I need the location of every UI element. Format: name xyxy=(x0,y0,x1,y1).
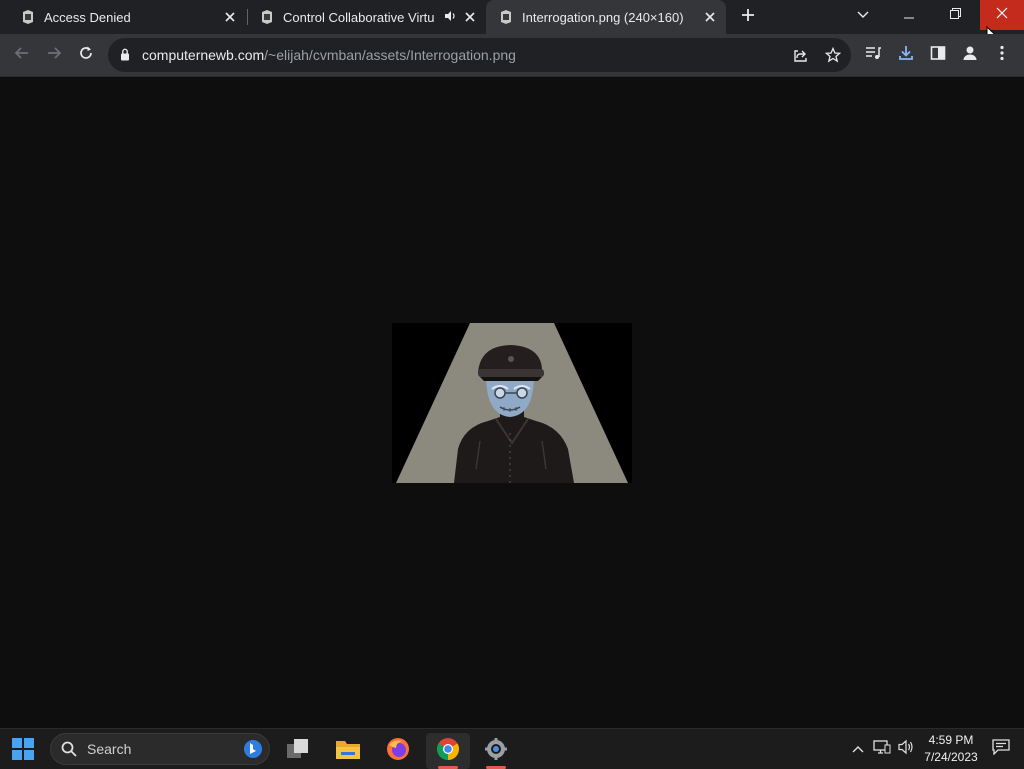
side-panel-button[interactable] xyxy=(929,45,947,66)
address-bar[interactable]: computernewb.com/~elijah/cvmban/assets/I… xyxy=(108,38,851,72)
bing-icon[interactable] xyxy=(243,739,263,764)
reload-icon xyxy=(78,45,94,66)
chrome-icon xyxy=(436,737,460,766)
share-icon[interactable] xyxy=(792,46,810,64)
task-view-button[interactable] xyxy=(278,733,318,769)
firefox-button[interactable] xyxy=(378,733,418,769)
speaker-icon[interactable] xyxy=(444,10,456,25)
url-path: /~elijah/cvmban/assets/Interrogation.png xyxy=(264,47,516,63)
favicon-icon xyxy=(259,9,275,25)
lock-icon[interactable] xyxy=(120,48,130,66)
settings-icon xyxy=(484,737,508,766)
tab-search-button[interactable] xyxy=(848,0,878,30)
chrome-menu-button[interactable] xyxy=(993,45,1011,66)
browser-toolbar: computernewb.com/~elijah/cvmban/assets/I… xyxy=(0,34,1024,77)
tab-control-collaborative[interactable]: Control Collaborative Virtual xyxy=(248,0,486,34)
star-icon[interactable] xyxy=(824,46,842,64)
firefox-icon xyxy=(386,737,410,766)
favicon-icon xyxy=(20,9,36,25)
taskbar-clock[interactable]: 4:59 PM 7/24/2023 xyxy=(918,732,984,766)
restore-button[interactable] xyxy=(936,0,974,30)
folder-icon xyxy=(335,738,361,765)
search-icon xyxy=(61,741,77,762)
chrome-taskbar-button[interactable] xyxy=(426,733,470,769)
profile-button[interactable] xyxy=(961,46,979,64)
restore-icon xyxy=(949,6,961,24)
taskbar-search[interactable]: Search xyxy=(50,733,270,765)
page-viewport xyxy=(0,77,1024,728)
tab-strip: Access Denied Control Collaborative Virt… xyxy=(0,0,1024,44)
interrogation-image[interactable] xyxy=(392,323,632,483)
taskview-icon xyxy=(286,738,310,765)
tab-title: Control Collaborative Virtual xyxy=(283,9,435,25)
windows-taskbar: Search 4:59 PM 7/24/2023 xyxy=(0,728,1024,769)
chevron-down-icon xyxy=(857,6,869,24)
chevron-up-icon xyxy=(852,740,864,758)
windows-icon xyxy=(12,737,34,765)
minimize-icon xyxy=(904,6,914,24)
back-button[interactable] xyxy=(11,44,33,66)
clock-date: 7/24/2023 xyxy=(924,750,978,764)
tab-title: Interrogation.png (240×160) xyxy=(522,9,684,25)
favicon-icon xyxy=(498,9,514,25)
url-text[interactable]: computernewb.com/~elijah/cvmban/assets/I… xyxy=(142,47,516,63)
display-icon xyxy=(873,739,891,760)
tab-interrogation[interactable]: Interrogation.png (240×160) xyxy=(486,0,726,34)
minimize-button[interactable] xyxy=(890,0,928,30)
forward-icon xyxy=(46,45,62,66)
back-icon xyxy=(14,45,30,66)
volume-icon xyxy=(898,739,914,760)
close-icon[interactable] xyxy=(702,9,718,25)
sidepanel-icon xyxy=(930,45,946,66)
menu-icon xyxy=(1000,45,1004,66)
plus-icon xyxy=(741,8,755,27)
close-icon[interactable] xyxy=(222,9,238,25)
search-label: Search xyxy=(87,741,132,757)
clock-time: 4:59 PM xyxy=(928,733,974,747)
close-icon xyxy=(996,6,1008,24)
notifications-button[interactable] xyxy=(990,733,1012,765)
url-host: computernewb.com xyxy=(142,47,265,63)
downloads-button[interactable] xyxy=(897,45,915,66)
volume-button[interactable] xyxy=(896,733,916,765)
media-control-button[interactable] xyxy=(864,46,882,64)
close-icon[interactable] xyxy=(462,9,478,25)
media-icon xyxy=(865,45,881,66)
forward-button[interactable] xyxy=(43,44,65,66)
start-button[interactable] xyxy=(3,733,43,769)
notification-icon xyxy=(992,738,1010,760)
settings-taskbar-button[interactable] xyxy=(476,733,516,769)
file-explorer-button[interactable] xyxy=(328,733,368,769)
tab-title: Access Denied xyxy=(44,9,131,25)
show-hidden-icons-button[interactable] xyxy=(848,733,868,765)
download-icon xyxy=(898,45,914,66)
profile-icon xyxy=(962,45,978,66)
reload-button[interactable] xyxy=(75,44,97,66)
network-button[interactable] xyxy=(872,733,892,765)
tab-access-denied[interactable]: Access Denied xyxy=(0,0,246,34)
new-tab-button[interactable] xyxy=(737,6,759,28)
